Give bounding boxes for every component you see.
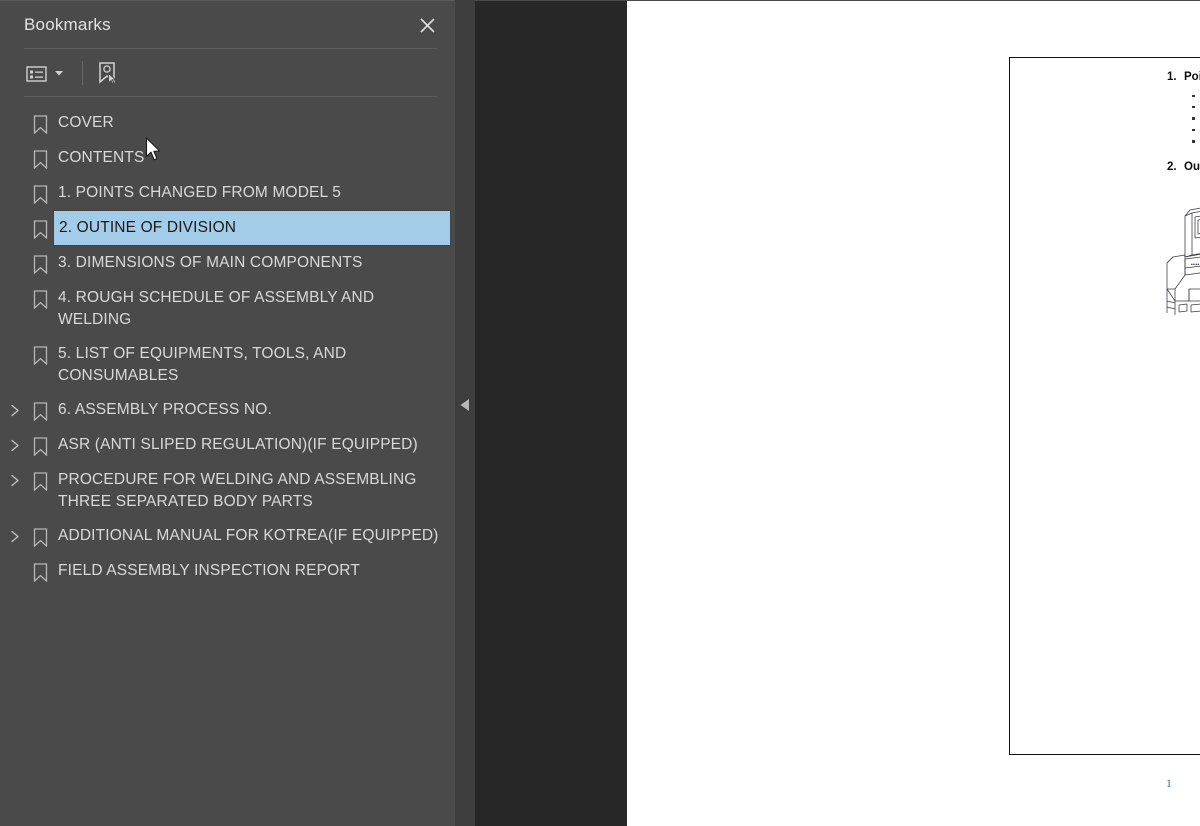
panel-divider[interactable] <box>455 0 475 826</box>
panel-title: Bookmarks <box>24 15 111 34</box>
section2-heading: 2. Outline of division (Only main compone… <box>1167 161 1200 173</box>
bullet-item: As the position of the battery box is ch… <box>1183 113 1200 124</box>
bookmark-item[interactable]: ASR (ANTI SLIPED REGULATION)(IF EQUIPPED… <box>0 428 455 463</box>
bookmark-item[interactable]: FIELD ASSEMBLY INSPECTION REPORT <box>0 554 455 589</box>
pdf-viewer: 1. Points changed from model 5 The cab ha… <box>475 0 1200 826</box>
bookmark-icon <box>26 106 54 134</box>
bookmark-label: 5. LIST OF EQUIPMENTS, TOOLS, AND CONSUM… <box>58 345 347 384</box>
bookmark-label: CONTENTS <box>58 149 145 166</box>
twisty-spacer <box>4 106 26 117</box>
twisty-spacer <box>4 246 26 257</box>
bookmark-icon <box>26 428 54 456</box>
bookmark-item[interactable]: ADDITIONAL MANUAL FOR KOTREA(IF EQUIPPED… <box>0 519 455 554</box>
bookmark-label: 1. POINTS CHANGED FROM MODEL 5 <box>58 184 341 201</box>
bullet-item: As the right platform is divided, piping… <box>1183 124 1200 135</box>
bookmark-item[interactable]: 5. LIST OF EQUIPMENTS, TOOLS, AND CONSUM… <box>0 337 455 393</box>
svg-text:▪▪▪▪▪▪▪: ▪▪▪▪▪▪▪ <box>1191 262 1200 268</box>
twisty-spacer <box>4 554 26 565</box>
section1-heading: 1. Points changed from model 5 <box>1167 71 1200 83</box>
bookmark-label: COVER <box>58 114 114 131</box>
bookmark-label: ADDITIONAL MANUAL FOR KOTREA(IF EQUIPPED… <box>58 527 439 544</box>
bookmarks-panel-header: Bookmarks <box>0 1 455 49</box>
chevron-right-icon[interactable] <box>4 393 26 417</box>
list-options-icon[interactable] <box>24 58 72 88</box>
twisty-spacer <box>4 337 26 348</box>
twisty-spacer <box>4 176 26 187</box>
bookmarks-toolbar <box>0 49 455 97</box>
bookmark-icon <box>26 141 54 169</box>
close-icon[interactable] <box>413 11 441 39</box>
bookmark-item[interactable]: 2. OUTINE OF DIVISION <box>0 210 455 246</box>
section2-number: 2. <box>1167 161 1177 173</box>
bookmark-icon <box>26 176 54 204</box>
bookmark-item[interactable]: COVER <box>0 106 455 141</box>
section1-bullet-list: The cab having the ROPS guard in it is e… <box>1183 90 1200 147</box>
bookmark-icon <box>26 281 54 309</box>
page-number: 1 <box>1166 776 1172 790</box>
bookmark-item[interactable]: 3. DIMENSIONS OF MAIN COMPONENTS <box>0 246 455 281</box>
bookmark-icon <box>26 393 54 421</box>
chevron-right-icon[interactable] <box>4 519 26 543</box>
bookmark-label: 2. OUTINE OF DIVISION <box>53 210 451 246</box>
section1-title: Points changed from model 5 <box>1184 71 1200 83</box>
bookmark-item[interactable]: PROCEDURE FOR WELDING AND ASSEMBLING THR… <box>0 463 455 519</box>
chevron-right-icon[interactable] <box>4 428 26 452</box>
bookmark-label: 4. ROUGH SCHEDULE OF ASSEMBLY AND WELDIN… <box>58 289 375 328</box>
chevron-down-icon <box>55 71 63 76</box>
bookmark-item[interactable]: 1. POINTS CHANGED FROM MODEL 5 <box>0 176 455 211</box>
twisty-spacer <box>4 281 26 292</box>
bookmark-icon <box>26 246 54 274</box>
collapse-left-icon[interactable] <box>455 398 475 412</box>
bookmark-item[interactable]: 4. ROUGH SCHEDULE OF ASSEMBLY AND WELDIN… <box>0 281 455 337</box>
bookmark-label: PROCEDURE FOR WELDING AND ASSEMBLING THR… <box>58 471 417 510</box>
section2-title: Outline of division (Only main component… <box>1184 161 1200 173</box>
bare-machine-figure: ▪▪▪▪▪▪▪ <box>1165 197 1200 337</box>
bookmark-icon <box>26 463 54 491</box>
bookmarks-panel: Bookmarks COVER CONTENTS 1. POINTS CHANG… <box>0 0 455 826</box>
section1-number: 1. <box>1167 71 1177 83</box>
bookmark-item[interactable]: CONTENTS <box>0 141 455 176</box>
bookmark-item[interactable]: 6. ASSEMBLY PROCESS NO. <box>0 393 455 428</box>
bullet-item: The cab having the ROPS guard in it is e… <box>1183 90 1200 101</box>
bookmark-label: 3. DIMENSIONS OF MAIN COMPONENTS <box>58 254 363 271</box>
bookmark-label: 6. ASSEMBLY PROCESS NO. <box>58 401 272 418</box>
bullet-item: Connection of the rear suspension and re… <box>1183 136 1200 147</box>
twisty-spacer <box>4 211 26 222</box>
toolbar-divider <box>24 96 437 97</box>
twisty-spacer <box>4 141 26 152</box>
bookmarks-list[interactable]: COVER CONTENTS 1. POINTS CHANGED FROM MODE… <box>0 97 455 826</box>
bookmark-label: ASR (ANTI SLIPED REGULATION)(IF EQUIPPED… <box>58 436 418 453</box>
bookmark-icon <box>26 554 54 582</box>
new-bookmark-icon[interactable] <box>93 58 121 88</box>
bookmark-label: FIELD ASSEMBLY INSPECTION REPORT <box>58 562 360 579</box>
bullet-item: As the shape of the fuel tank is changed… <box>1183 101 1200 112</box>
chevron-right-icon[interactable] <box>4 463 26 487</box>
toolbar-separator <box>82 61 83 85</box>
bookmark-icon <box>26 211 54 239</box>
bookmark-icon <box>26 337 54 365</box>
bookmark-icon <box>26 519 54 547</box>
